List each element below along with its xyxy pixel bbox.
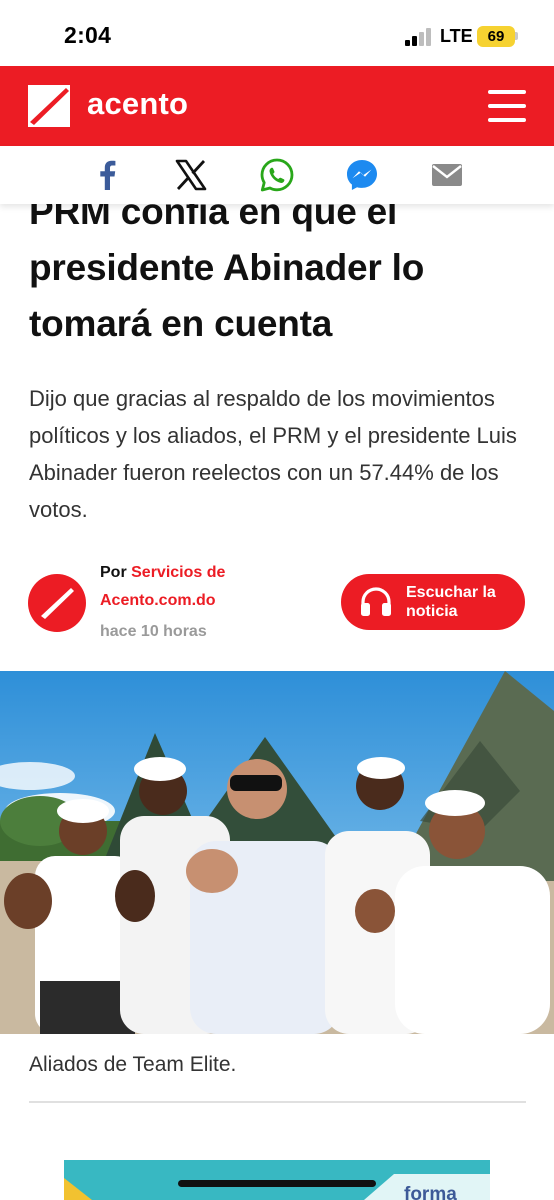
- battery-tip: [515, 32, 518, 40]
- headphones-icon: [359, 586, 393, 618]
- divider: [29, 1101, 526, 1103]
- image-caption: Aliados de Team Elite.: [29, 1053, 237, 1076]
- whatsapp-icon[interactable]: [259, 157, 295, 193]
- logo-text[interactable]: acento: [87, 86, 188, 122]
- status-time: 2:04: [64, 22, 112, 48]
- battery-icon: 69: [477, 26, 515, 47]
- app-header: acento: [0, 66, 554, 146]
- byline: Por Servicios de Acento.com.do: [100, 559, 300, 615]
- listen-label: Escuchar la noticia: [406, 584, 496, 620]
- headline-line: tomará en cuenta: [29, 303, 333, 344]
- byline-prefix: Por: [100, 564, 127, 581]
- headline-line: presidente Abinader lo: [29, 247, 425, 288]
- x-icon[interactable]: [173, 157, 209, 193]
- listen-button[interactable]: Escuchar la noticia: [341, 574, 525, 630]
- article-summary: Dijo que gracias al respaldo de los movi…: [29, 386, 517, 522]
- article-headline: PRM confía en que el presidente Abinader…: [29, 184, 534, 352]
- publish-timestamp: hace 10 horas: [100, 623, 207, 640]
- home-indicator[interactable]: [178, 1180, 376, 1187]
- messenger-icon[interactable]: [344, 157, 380, 193]
- network-type: LTE: [440, 26, 473, 46]
- share-bar: [0, 146, 554, 204]
- acento-logo-icon[interactable]: [28, 85, 70, 127]
- email-icon[interactable]: [429, 157, 465, 193]
- facebook-icon[interactable]: [90, 157, 126, 193]
- article-photo: [0, 671, 554, 1034]
- signal-strength-icon: [405, 28, 435, 46]
- status-bar: 2:04 LTE 69: [0, 0, 554, 66]
- ad-text: forma: [404, 1184, 457, 1200]
- author-avatar[interactable]: [28, 574, 86, 632]
- hamburger-menu-icon[interactable]: [488, 90, 526, 122]
